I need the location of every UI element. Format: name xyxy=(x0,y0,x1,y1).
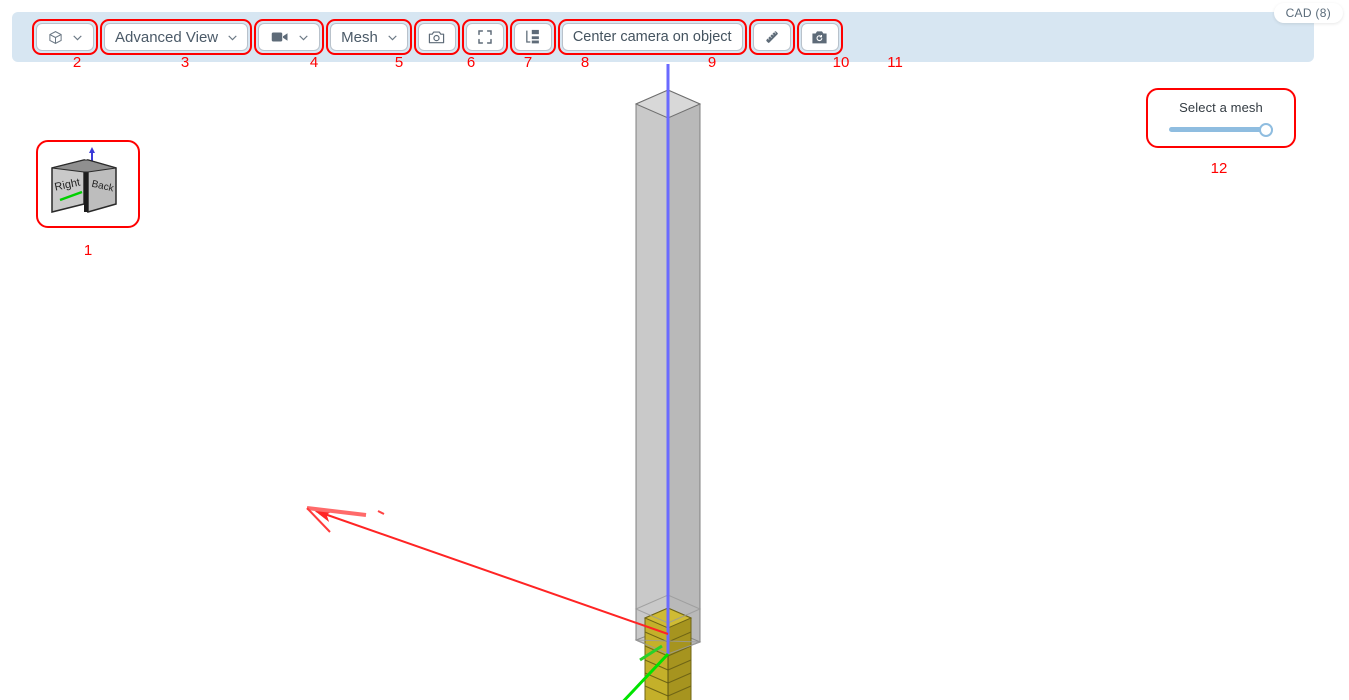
view-cube-graphic[interactable]: Right Back xyxy=(38,142,134,222)
fullscreen-icon xyxy=(478,30,492,44)
mesh-slider-track xyxy=(1169,127,1273,132)
3d-viewport[interactable] xyxy=(0,62,1349,700)
tree-view-icon xyxy=(526,29,540,44)
cad-badge[interactable]: CAD (8) xyxy=(1273,3,1343,23)
mesh-select-value: Mesh xyxy=(341,28,378,46)
select-mesh-panel[interactable]: Select a mesh xyxy=(1146,88,1296,148)
chevron-down-icon xyxy=(388,34,397,41)
scene-tree-button[interactable] xyxy=(509,19,556,55)
measure-button[interactable] xyxy=(748,19,795,55)
mesh-slider-thumb[interactable] xyxy=(1259,122,1273,137)
object-type-select[interactable] xyxy=(32,19,98,55)
x-axis xyxy=(314,510,669,635)
callout-5: 5 xyxy=(394,54,404,71)
viewer-toolbar: Advanced View Mesh Center camera on obje… xyxy=(12,12,1314,62)
callout-7: 7 xyxy=(523,54,533,71)
fullscreen-button[interactable] xyxy=(461,19,508,55)
camera-reset-icon xyxy=(812,31,827,44)
camera-mode-select[interactable] xyxy=(254,19,325,55)
callout-3: 3 xyxy=(180,54,190,71)
annotation-ring-4 xyxy=(254,19,325,55)
cube-icon xyxy=(49,30,62,44)
mesh-select[interactable]: Mesh xyxy=(326,19,412,55)
screenshot-button[interactable] xyxy=(413,19,460,55)
view-cube-widget[interactable]: Right Back xyxy=(36,140,140,228)
center-camera-label: Center camera on object xyxy=(572,29,732,45)
callout-6: 6 xyxy=(466,54,476,71)
select-mesh-label: Select a mesh xyxy=(1179,99,1263,115)
callout-2: 2 xyxy=(72,54,82,71)
annotation-ring-2 xyxy=(32,19,98,55)
chevron-down-icon xyxy=(73,34,82,41)
x-axis-tick xyxy=(377,510,385,515)
scene-render xyxy=(306,64,702,700)
view-mode-value: Advanced View xyxy=(115,28,219,46)
callout-8: 8 xyxy=(580,54,590,71)
callout-1: 1 xyxy=(83,242,93,259)
reset-camera-button[interactable] xyxy=(796,19,843,55)
callout-12: 12 xyxy=(1210,160,1228,177)
photo-camera-icon xyxy=(429,31,445,44)
callout-10: 10 xyxy=(832,54,850,71)
callout-4: 4 xyxy=(309,54,319,71)
mesh-slider[interactable] xyxy=(1169,122,1273,137)
chevron-down-icon xyxy=(298,34,308,41)
chevron-down-icon xyxy=(228,34,237,41)
view-mode-select[interactable]: Advanced View xyxy=(100,19,253,55)
callout-9: 9 xyxy=(707,54,717,71)
cad-viewer-app: Right Back 1 Select a mesh 12 Advanced V… xyxy=(0,0,1349,700)
video-camera-icon xyxy=(271,32,288,42)
callout-11: 11 xyxy=(887,54,903,71)
ruler-icon xyxy=(765,31,778,43)
center-camera-button[interactable]: Center camera on object xyxy=(557,19,747,55)
